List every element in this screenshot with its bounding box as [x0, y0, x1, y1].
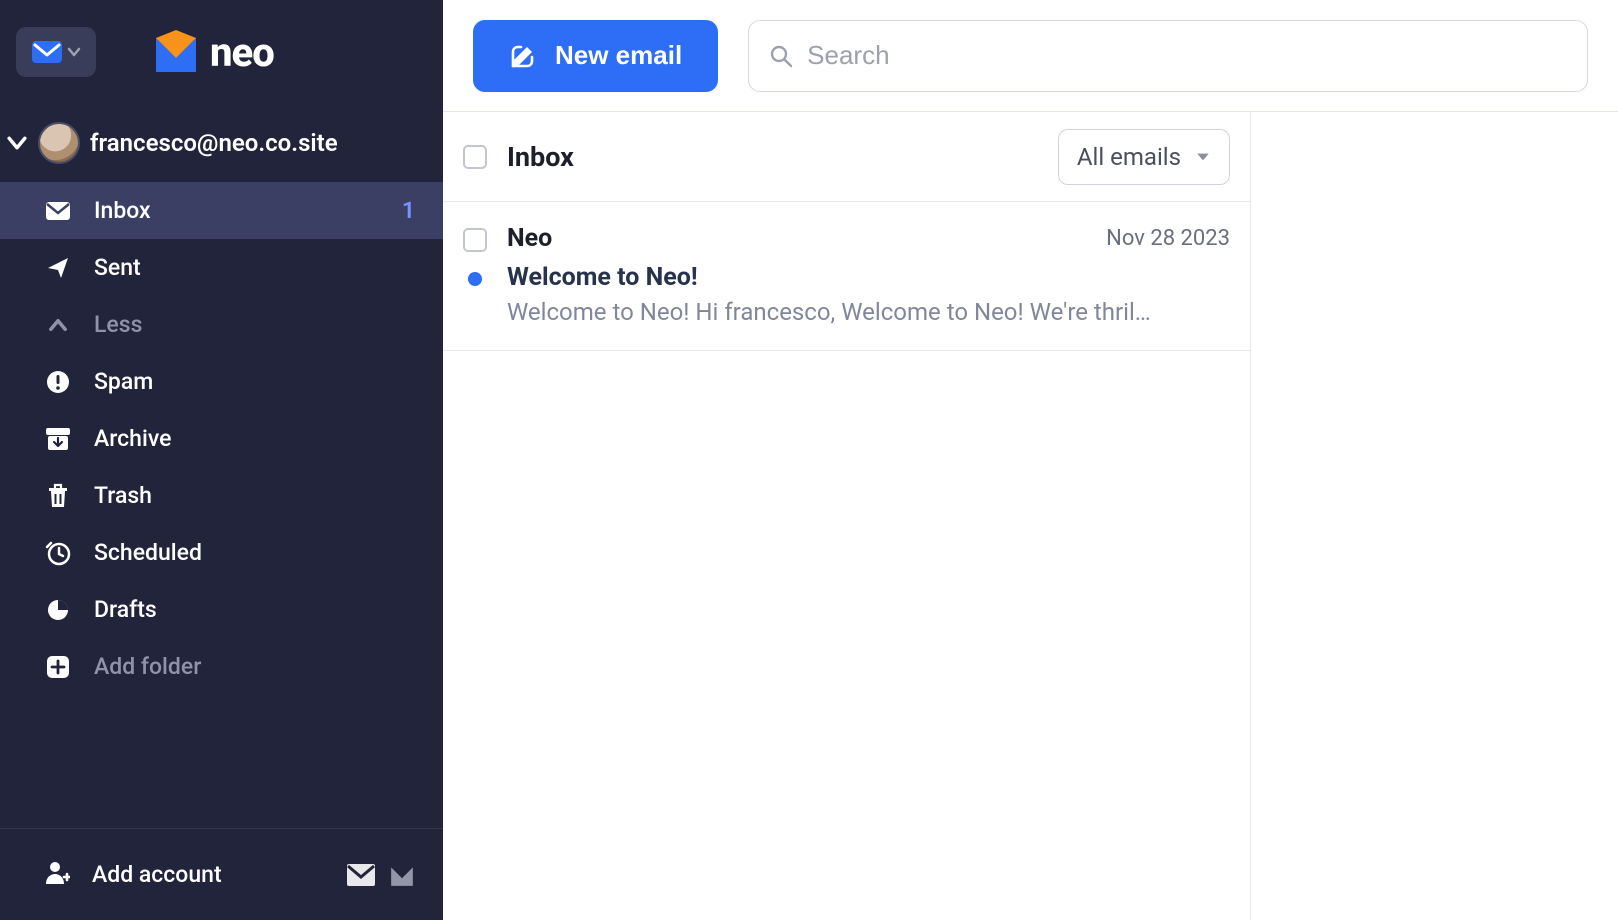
sidebar-item-scheduled[interactable]: Scheduled — [0, 524, 443, 581]
filter-selected-label: All emails — [1077, 143, 1181, 171]
new-email-label: New email — [555, 40, 682, 71]
sidebar-item-inbox[interactable]: Inbox 1 — [0, 182, 443, 239]
chevron-up-icon — [44, 315, 72, 335]
content-row: Inbox All emails Neo Nov 28 2023 — [443, 112, 1618, 920]
sidebar-item-label: Drafts — [94, 596, 415, 623]
drafts-icon — [44, 598, 72, 622]
chevron-down-icon — [67, 45, 81, 59]
gmail-icon[interactable] — [347, 864, 375, 886]
compose-icon — [509, 42, 537, 70]
reading-pane — [1251, 112, 1618, 920]
sidebar-item-label: Trash — [94, 482, 415, 509]
folder-list: Inbox 1 Sent Less Spam Archive — [0, 182, 443, 828]
email-list-item[interactable]: Neo Nov 28 2023 Welcome to Neo! Welcome … — [443, 202, 1250, 351]
email-preview: Welcome to Neo! Hi francesco, Welcome to… — [507, 298, 1230, 326]
main-toolbar: New email — [443, 0, 1618, 112]
search-input[interactable] — [807, 40, 1567, 71]
brand-logo: neo — [152, 28, 274, 76]
new-email-button[interactable]: New email — [473, 20, 718, 92]
sent-icon — [44, 256, 72, 280]
spam-icon — [44, 370, 72, 394]
list-header: Inbox All emails — [443, 112, 1250, 202]
sidebar-item-label: Inbox — [94, 197, 380, 224]
clock-icon — [44, 540, 72, 566]
unread-indicator — [468, 272, 482, 286]
account-email: francesco@neo.co.site — [90, 129, 338, 157]
main-area: New email Inbox All emails — [443, 0, 1618, 920]
avatar — [38, 122, 80, 164]
plus-square-icon — [44, 655, 72, 679]
email-list-pane: Inbox All emails Neo Nov 28 2023 — [443, 112, 1251, 920]
sidebar-item-label: Less — [94, 311, 415, 338]
sidebar-item-sent[interactable]: Sent — [0, 239, 443, 296]
email-date: Nov 28 2023 — [1106, 226, 1230, 251]
archive-icon — [44, 427, 72, 451]
sidebar: neo francesco@neo.co.site Inbox 1 Sent — [0, 0, 443, 920]
add-account-icon — [44, 859, 70, 891]
sidebar-item-drafts[interactable]: Drafts — [0, 581, 443, 638]
filter-dropdown[interactable]: All emails — [1058, 129, 1230, 185]
mail-icon — [31, 40, 63, 64]
sidebar-footer: Add account — [0, 828, 443, 920]
unread-count: 1 — [402, 197, 415, 224]
sidebar-item-less[interactable]: Less — [0, 296, 443, 353]
app-switcher[interactable] — [16, 27, 96, 77]
email-sender: Neo — [507, 224, 552, 253]
add-account-button[interactable]: Add account — [92, 861, 325, 888]
sidebar-item-spam[interactable]: Spam — [0, 353, 443, 410]
email-checkbox[interactable] — [463, 228, 487, 252]
sidebar-item-label: Add folder — [94, 653, 415, 680]
search-icon — [769, 44, 793, 68]
email-subject: Welcome to Neo! — [507, 263, 1230, 292]
sidebar-item-label: Spam — [94, 368, 415, 395]
inbox-icon — [44, 201, 72, 221]
select-all-checkbox[interactable] — [463, 145, 487, 169]
chevron-down-icon — [6, 132, 28, 154]
chevron-down-icon — [1195, 149, 1211, 165]
sidebar-item-label: Archive — [94, 425, 415, 452]
neo-logo-icon — [152, 28, 200, 76]
account-selector[interactable]: francesco@neo.co.site — [0, 104, 443, 182]
trash-icon — [44, 483, 72, 509]
brand-name: neo — [210, 29, 274, 76]
folder-title: Inbox — [507, 141, 1038, 173]
sidebar-item-archive[interactable]: Archive — [0, 410, 443, 467]
sidebar-item-label: Scheduled — [94, 539, 415, 566]
neo-mini-icon[interactable] — [389, 862, 415, 888]
search-field[interactable] — [748, 20, 1588, 92]
sidebar-topbar: neo — [0, 0, 443, 104]
add-folder-button[interactable]: Add folder — [0, 638, 443, 695]
sidebar-item-label: Sent — [94, 254, 415, 281]
sidebar-item-trash[interactable]: Trash — [0, 467, 443, 524]
